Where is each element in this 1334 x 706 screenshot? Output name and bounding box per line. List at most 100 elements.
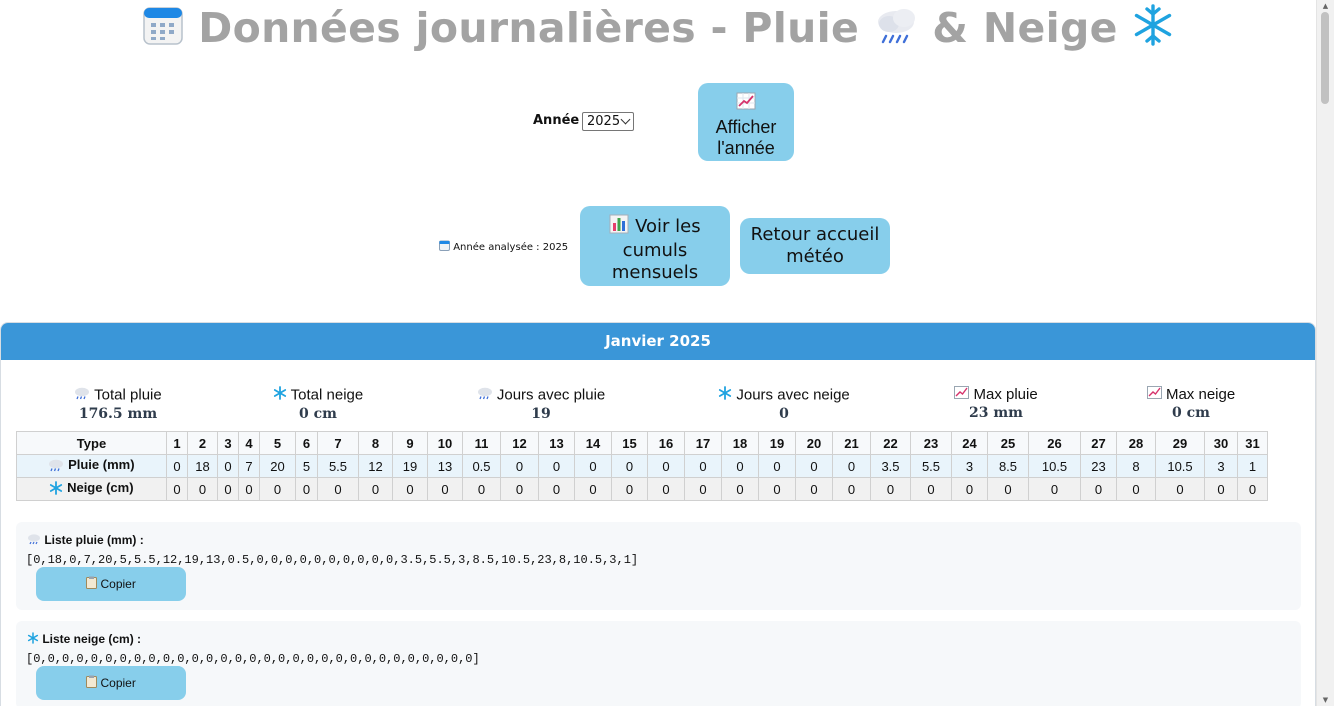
table-header-day: 27	[1080, 431, 1117, 455]
scroll-up-icon[interactable]: ▲	[1317, 0, 1334, 12]
daily-table: Type 1 2 3 4 5 6 7 8 9 10 11 12 13 14 15 16 17 18 19 20 21 22 2…	[16, 431, 1268, 501]
table-cell-snow: 0	[758, 477, 796, 501]
table-cell-rain: 10.5	[1028, 454, 1081, 478]
table-cell-rain: 8	[1116, 454, 1156, 478]
scroll-down-icon[interactable]: ▼	[1317, 694, 1334, 706]
show-year-button[interactable]: Afficher l'année	[698, 83, 794, 161]
table-cell-snow: 0	[1080, 477, 1117, 501]
scrollbar-thumb[interactable]	[1321, 12, 1329, 104]
table-cell-snow: 0	[217, 477, 239, 501]
snowflake-icon	[49, 480, 63, 498]
stat-0: Total pluie 176.5 mm	[18, 386, 218, 423]
table-cell-snow: 0	[574, 477, 612, 501]
table-cell-rain: 0	[795, 454, 833, 478]
table-header-day: 8	[358, 431, 393, 455]
stat-value: 23 mm	[969, 405, 1023, 422]
table-cell-snow: 0	[951, 477, 988, 501]
table-header-day: 6	[295, 431, 318, 455]
table-cell-rain: 0	[611, 454, 648, 478]
table-header-day: 14	[574, 431, 612, 455]
table-header-day: 30	[1204, 431, 1238, 455]
rain-list-box: Liste pluie (mm) : [0,18,0,7,20,5,5.5,12…	[16, 522, 1301, 610]
table-header-day: 17	[684, 431, 722, 455]
table-cell-snow: 0	[987, 477, 1029, 501]
month-header: Janvier 2025	[1, 323, 1315, 360]
stat-label: Total neige	[218, 386, 418, 405]
table-header-day: 26	[1028, 431, 1081, 455]
stat-1: Total neige 0 cm	[218, 386, 418, 423]
analysed-year-text: Année analysée : 2025	[453, 242, 569, 253]
table-cell-snow: 0	[1155, 477, 1205, 501]
table-cell-snow: 0	[317, 477, 359, 501]
table-cell-rain: 0	[684, 454, 722, 478]
home-button-label: Retour accueil météo	[750, 224, 880, 267]
table-header-day: 28	[1116, 431, 1156, 455]
table-cell-rain: 5	[295, 454, 318, 478]
chart-up-icon	[954, 386, 970, 404]
clipboard-icon	[86, 568, 98, 602]
rain-cloud-icon	[74, 386, 90, 405]
table-header-day: 18	[721, 431, 759, 455]
table-header-day: 10	[427, 431, 463, 455]
table-header-day: 9	[392, 431, 428, 455]
stat-label: Jours avec pluie	[441, 386, 641, 405]
rain-cloud-icon	[48, 458, 64, 475]
stat-value: 0	[779, 406, 789, 422]
table-header-day: 2	[187, 431, 218, 455]
table-cell-rain: 0	[217, 454, 239, 478]
table-header-type: Type	[16, 431, 167, 455]
table-cell-rain: 3	[1204, 454, 1238, 478]
copy-snow-button[interactable]: Copier	[36, 666, 186, 700]
show-year-label: Afficher l'année	[715, 117, 777, 158]
stat-value: 0 cm	[299, 406, 337, 422]
chevron-down-icon	[620, 114, 631, 125]
table-cell-snow: 0	[910, 477, 952, 501]
table-cell-rain: 0	[538, 454, 575, 478]
table-header-day: 15	[611, 431, 648, 455]
snow-list-title: Liste neige (cm) :	[27, 632, 141, 647]
page-title: Données journalières - Pluie & Neige	[0, 4, 1316, 56]
table-header-day: 12	[500, 431, 539, 455]
table-cell-snow: 0	[721, 477, 759, 501]
table-cell-snow: 0	[870, 477, 911, 501]
home-button[interactable]: Retour accueil météo	[740, 218, 890, 274]
table-cell-rain: 5.5	[910, 454, 952, 478]
table-cell-snow: 0	[1204, 477, 1238, 501]
table-cell-snow: 0	[392, 477, 428, 501]
page: Données journalières - Pluie & Neige Ann…	[0, 0, 1316, 706]
year-select[interactable]: 2025	[582, 112, 634, 131]
stat-label: Max neige	[1091, 386, 1291, 404]
table-header-day: 20	[795, 431, 833, 455]
table-cell-snow: 0	[1237, 477, 1268, 501]
page-scrollbar[interactable]: ▲ ▼	[1316, 0, 1334, 706]
table-cell-snow: 0	[500, 477, 539, 501]
year-select-value: 2025	[587, 114, 621, 129]
table-cell-rain: 0	[166, 454, 188, 478]
table-cell-snow: 0	[795, 477, 833, 501]
table-cell-snow: 0	[187, 477, 218, 501]
copy-rain-button[interactable]: Copier	[36, 567, 186, 601]
table-cell-snow: 0	[358, 477, 393, 501]
table-header-day: 29	[1155, 431, 1205, 455]
table-cell-rain: 12	[358, 454, 393, 478]
stat-label: Jours avec neige	[684, 386, 884, 405]
month-card: Janvier 2025 Total pluie 176.5 mm Total n…	[0, 322, 1316, 706]
rain-list-title: Liste pluie (mm) :	[27, 533, 144, 548]
table-header-day: 25	[987, 431, 1029, 455]
table-header-row: Type 1 2 3 4 5 6 7 8 9 10 11 12 13 14 15 16 17 18 19 20 21 22 2…	[16, 431, 1268, 455]
table-header-day: 13	[538, 431, 575, 455]
table-cell-snow: 0	[684, 477, 722, 501]
monthly-totals-button[interactable]: Voir les cumuls mensuels	[580, 206, 730, 286]
rain-cloud-icon	[874, 6, 918, 56]
table-cell-rain: 5.5	[317, 454, 359, 478]
table-cell-rain: 0	[647, 454, 685, 478]
stat-2: Jours avec pluie 19	[441, 386, 641, 423]
table-cell-rain: 0	[574, 454, 612, 478]
calendar-icon	[439, 240, 450, 254]
table-cell-rain: 7	[238, 454, 260, 478]
table-header-day: 21	[832, 431, 871, 455]
table-rowhead-snow: Neige (cm)	[16, 477, 167, 501]
table-cell-rain: 19	[392, 454, 428, 478]
table-cell-rain: 18	[187, 454, 218, 478]
chart-up-icon	[1146, 386, 1162, 404]
